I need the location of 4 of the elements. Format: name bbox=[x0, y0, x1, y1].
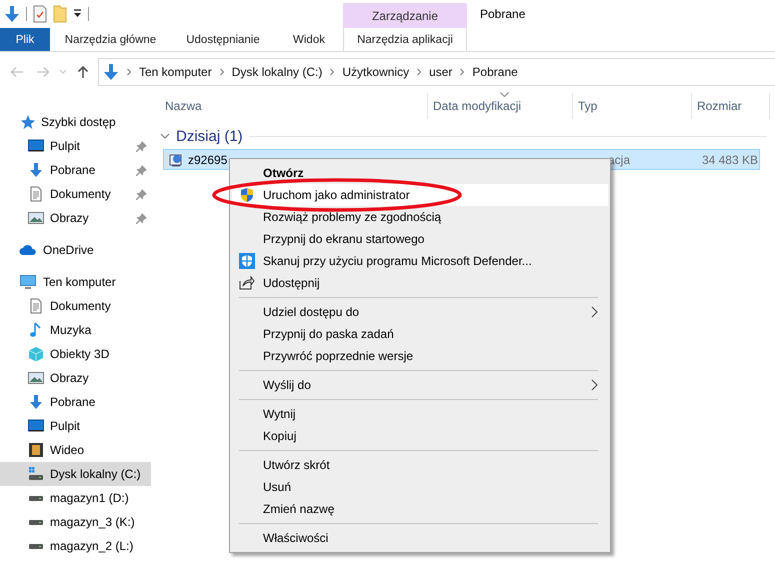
file-name: z92695 bbox=[188, 152, 228, 166]
file-size: 34 483 KB bbox=[702, 152, 758, 166]
window-title: Pobrane bbox=[479, 6, 526, 23]
contextual-tab-header: Zarządzanie bbox=[343, 3, 467, 28]
